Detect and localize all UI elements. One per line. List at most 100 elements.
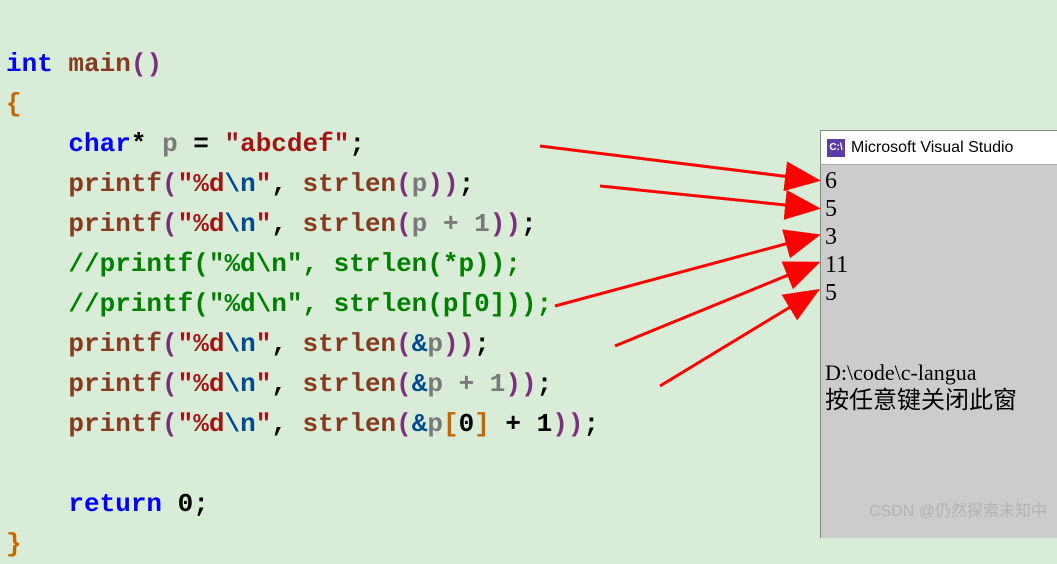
p4o: (: [162, 369, 178, 399]
en2: \n: [224, 209, 255, 239]
strlen-5: strlen: [303, 409, 397, 439]
amp4: &: [412, 369, 428, 399]
sp1c: ): [427, 169, 443, 199]
sp2o: (: [396, 209, 412, 239]
plus1-5: + 1: [490, 409, 552, 439]
code-block: int main() { char* p = "abcdef"; printf(…: [6, 4, 599, 564]
console-titlebar: C:\ Microsoft Visual Studio: [821, 131, 1057, 165]
s1: ;: [459, 169, 475, 199]
s5: ;: [583, 409, 599, 439]
strlen-2: strlen: [303, 209, 397, 239]
arg-p-plus1: p + 1: [412, 209, 490, 239]
p3o: (: [162, 329, 178, 359]
sp5o: (: [396, 409, 412, 439]
output-3: 11: [825, 251, 1053, 279]
eq: =: [178, 129, 225, 159]
q4o: ": [178, 369, 194, 399]
q3o: ": [178, 329, 194, 359]
brace-close: }: [6, 529, 22, 559]
console-window: C:\ Microsoft Visual Studio 6 5 3 11 5 D…: [820, 130, 1057, 538]
arg-amp-p: p: [427, 329, 443, 359]
var-p: p: [162, 129, 178, 159]
sp4o: (: [396, 369, 412, 399]
c4: ,: [271, 369, 302, 399]
q2c: ": [256, 209, 272, 239]
br5o: [: [443, 409, 459, 439]
amp3: &: [412, 329, 428, 359]
comment-line-2: //printf("%d\n", strlen(p[0]));: [68, 289, 552, 319]
output-4: 5: [825, 279, 1053, 307]
output-1: 5: [825, 195, 1053, 223]
s3: ;: [474, 329, 490, 359]
p5c: ): [568, 409, 584, 439]
c3: ,: [271, 329, 302, 359]
q4c: ": [256, 369, 272, 399]
arg5p: p: [427, 409, 443, 439]
q2o: ": [178, 209, 194, 239]
strlen-4: strlen: [303, 369, 397, 399]
p5o: (: [162, 409, 178, 439]
vs-debug-console-icon: C:\: [827, 139, 845, 157]
zero: 0: [162, 489, 193, 519]
console-press-key: 按任意键关闭此窗: [825, 387, 1053, 415]
c1: ,: [271, 169, 302, 199]
printf-4: printf: [68, 369, 162, 399]
semi: ;: [349, 129, 365, 159]
p1c: ): [443, 169, 459, 199]
pd5: %d: [193, 409, 224, 439]
q1o: ": [178, 169, 194, 199]
arrow-4: [615, 264, 815, 346]
kw-char: char: [68, 129, 130, 159]
paren-close: ): [146, 49, 162, 79]
en5: \n: [224, 409, 255, 439]
c5: ,: [271, 409, 302, 439]
arg-p-1: p: [412, 169, 428, 199]
s4: ;: [537, 369, 553, 399]
en1: \n: [224, 169, 255, 199]
q5o: ": [178, 409, 194, 439]
q5c: ": [256, 409, 272, 439]
watermark: CSDN @仍然探索未知中: [869, 492, 1047, 532]
console-body: 6 5 3 11 5 D:\code\c-langua 按任意键关闭此窗: [821, 165, 1057, 417]
pd2: %d: [193, 209, 224, 239]
strlen-1: strlen: [303, 169, 397, 199]
arrow-2: [600, 186, 815, 208]
printf-1: printf: [68, 169, 162, 199]
pd3: %d: [193, 329, 224, 359]
sp1o: (: [396, 169, 412, 199]
pd4: %d: [193, 369, 224, 399]
en3: \n: [224, 329, 255, 359]
p1o: (: [162, 169, 178, 199]
p2c: ): [505, 209, 521, 239]
q1c: ": [256, 169, 272, 199]
sp2c: ): [490, 209, 506, 239]
comment-line-1: //printf("%d\n", strlen(*p));: [68, 249, 520, 279]
sp4c: ): [505, 369, 521, 399]
printf-3: printf: [68, 329, 162, 359]
p4c: ): [521, 369, 537, 399]
str-abcdef: "abcdef": [224, 129, 349, 159]
printf-2: printf: [68, 209, 162, 239]
br5c: ]: [474, 409, 490, 439]
p2o: (: [162, 209, 178, 239]
kw-int: int: [6, 49, 53, 79]
c2: ,: [271, 209, 302, 239]
sp3c: ): [443, 329, 459, 359]
paren-open: (: [131, 49, 147, 79]
idx0: 0: [459, 409, 475, 439]
kw-return: return: [68, 489, 162, 519]
strlen-3: strlen: [303, 329, 397, 359]
console-title: Microsoft Visual Studio: [851, 134, 1013, 161]
p3c: ): [459, 329, 475, 359]
amp5: &: [412, 409, 428, 439]
pd1: %d: [193, 169, 224, 199]
printf-5: printf: [68, 409, 162, 439]
sp3o: (: [396, 329, 412, 359]
output-0: 6: [825, 167, 1053, 195]
star: *: [131, 129, 147, 159]
s2: ;: [521, 209, 537, 239]
brace-open: {: [6, 89, 22, 119]
console-path: D:\code\c-langua: [825, 359, 1053, 387]
fn-main: main: [68, 49, 130, 79]
sp5c: ): [552, 409, 568, 439]
